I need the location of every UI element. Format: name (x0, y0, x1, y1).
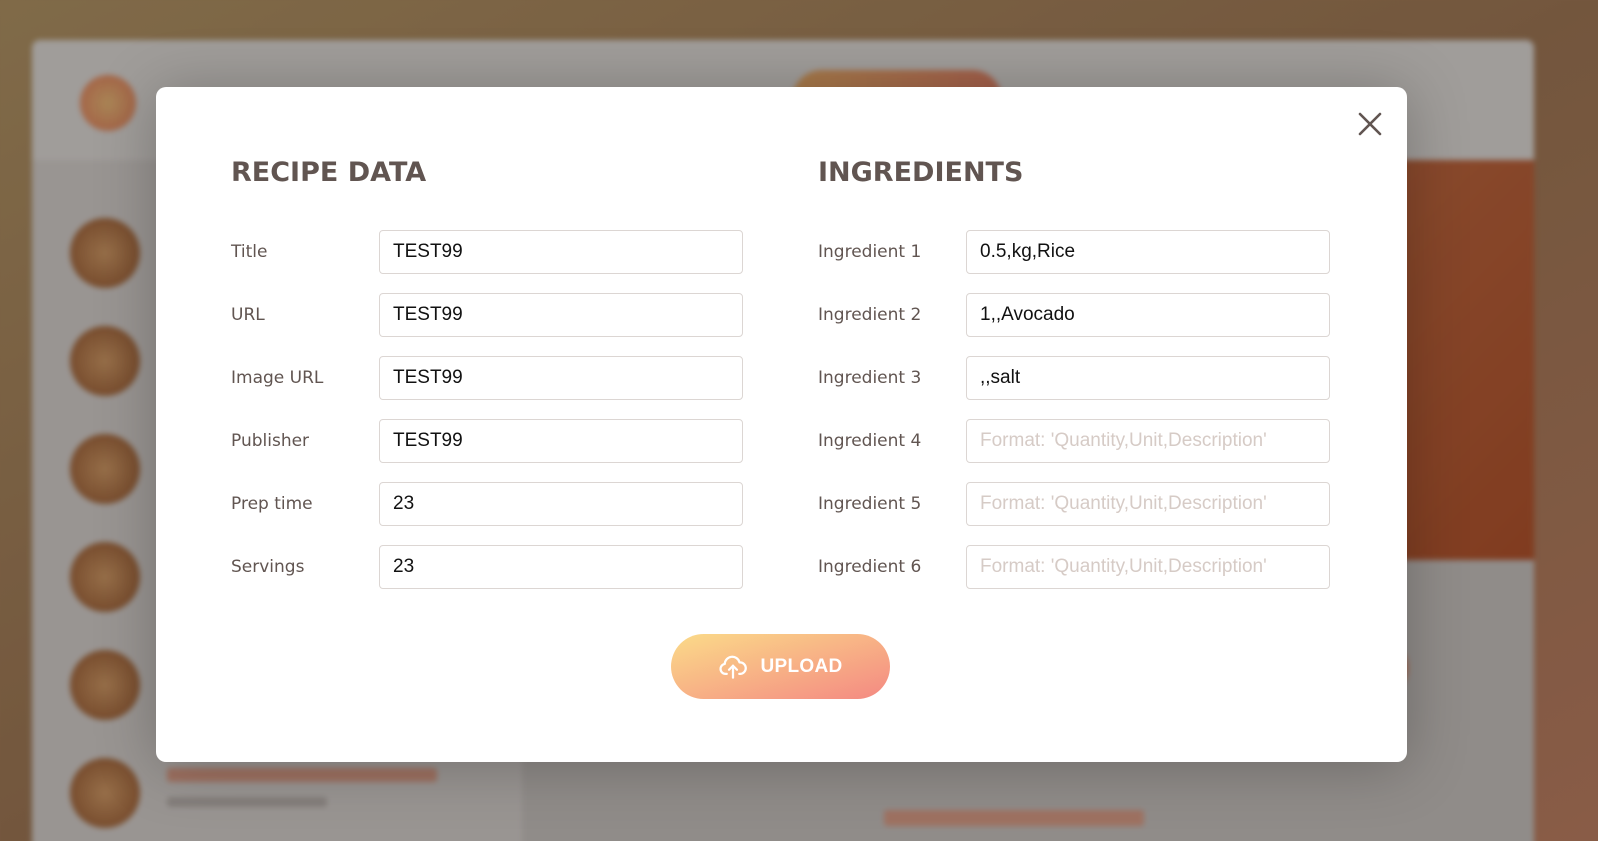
field-ingredient-1: Ingredient 1 (818, 229, 1330, 274)
field-label: Ingredient 3 (818, 367, 922, 388)
upload-recipe-modal: RECIPE DATA Title URL Image URL Publishe… (156, 87, 1407, 762)
field-image-url: Image URL (231, 355, 743, 400)
field-label: Ingredient 5 (818, 493, 922, 514)
field-label: Ingredient 2 (818, 304, 922, 325)
field-label: Servings (231, 556, 305, 577)
field-url: URL (231, 292, 743, 337)
close-button[interactable] (1355, 109, 1385, 139)
recipe-data-heading: RECIPE DATA (231, 157, 427, 188)
field-label: Image URL (231, 367, 324, 388)
field-ingredient-2: Ingredient 2 (818, 292, 1330, 337)
field-servings: Servings (231, 544, 743, 589)
field-publisher: Publisher (231, 418, 743, 463)
field-label: Ingredient 1 (818, 241, 922, 262)
ingredients-column: INGREDIENTS Ingredient 1 Ingredient 2 In… (818, 155, 1330, 607)
ingredient-4-input[interactable] (966, 418, 1330, 463)
ingredient-5-input[interactable] (966, 481, 1330, 526)
upload-cloud-icon (719, 655, 748, 679)
ingredients-heading: INGREDIENTS (818, 157, 1024, 188)
url-input[interactable] (379, 292, 743, 337)
close-icon (1358, 112, 1382, 136)
field-ingredient-5: Ingredient 5 (818, 481, 1330, 526)
servings-input[interactable] (379, 544, 743, 589)
upload-button[interactable]: UPLOAD (671, 634, 890, 699)
upload-label: UPLOAD (760, 655, 843, 677)
field-ingredient-4: Ingredient 4 (818, 418, 1330, 463)
field-label: Prep time (231, 493, 313, 514)
field-prep-time: Prep time (231, 481, 743, 526)
image-url-input[interactable] (379, 355, 743, 400)
field-ingredient-6: Ingredient 6 (818, 544, 1330, 589)
field-title: Title (231, 229, 743, 274)
field-ingredient-3: Ingredient 3 (818, 355, 1330, 400)
prep-time-input[interactable] (379, 481, 743, 526)
recipe-data-column: RECIPE DATA Title URL Image URL Publishe… (231, 155, 743, 607)
ingredient-6-input[interactable] (966, 544, 1330, 589)
field-label: URL (231, 304, 265, 325)
field-label: Title (231, 241, 268, 262)
field-label: Ingredient 4 (818, 430, 922, 451)
publisher-input[interactable] (379, 418, 743, 463)
ingredient-1-input[interactable] (966, 229, 1330, 274)
title-input[interactable] (379, 229, 743, 274)
field-label: Ingredient 6 (818, 556, 922, 577)
field-label: Publisher (231, 430, 310, 451)
ingredient-3-input[interactable] (966, 355, 1330, 400)
ingredient-2-input[interactable] (966, 292, 1330, 337)
